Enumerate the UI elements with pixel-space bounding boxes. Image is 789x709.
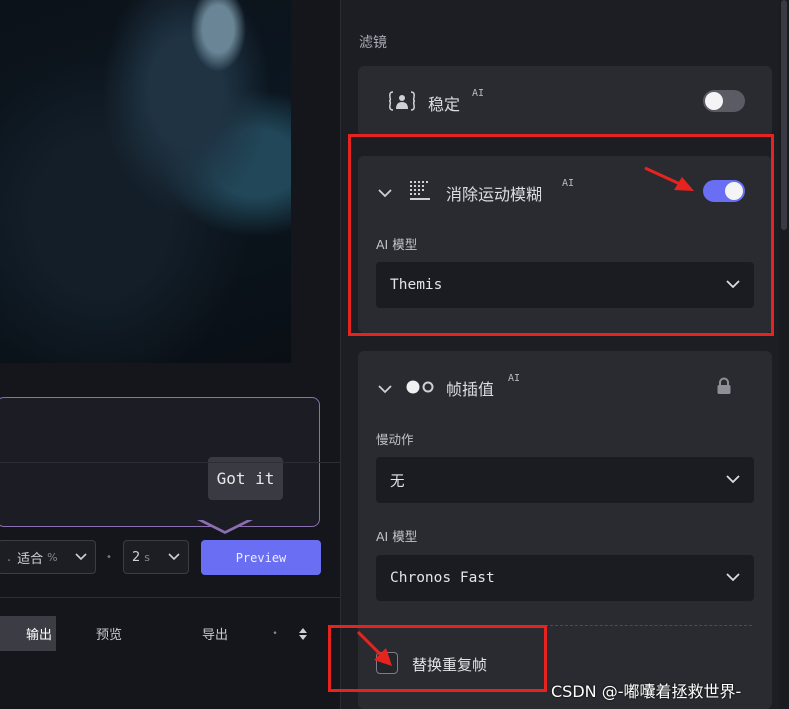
tooltip-pointer — [197, 518, 253, 534]
scrollbar-thumb[interactable] — [781, 0, 787, 230]
ai-badge: AI — [472, 88, 485, 99]
preview-button[interactable]: Preview — [201, 540, 321, 575]
stabilize-icon — [388, 90, 416, 116]
tab-preview[interactable]: 预览 — [56, 616, 162, 651]
annotation-arrow — [356, 630, 396, 674]
stabilize-toggle[interactable] — [703, 90, 745, 112]
lock-icon — [716, 377, 732, 399]
frame-interpolation-label: 帧插值 — [446, 380, 495, 399]
chevron-down-icon — [726, 570, 740, 586]
tab-export[interactable]: 导出 — [162, 616, 268, 651]
divider — [0, 462, 340, 463]
chevron-down-icon — [75, 550, 87, 565]
video-preview — [0, 0, 291, 363]
got-it-button[interactable]: Got it — [208, 457, 283, 500]
toggle-knob — [705, 92, 723, 110]
chevron-down-icon[interactable] — [377, 380, 393, 399]
watermark: CSDN @-嘟囔着拯救世界- — [551, 682, 742, 701]
duration-select[interactable]: 2 s — [123, 540, 189, 574]
section-title: 滤镜 — [359, 35, 387, 51]
annotation-arrow — [644, 166, 696, 198]
fit-select[interactable]: . 适合 % — [0, 540, 96, 574]
tab-output[interactable]: 输出 — [0, 616, 56, 651]
interpolation-model-dropdown[interactable]: Chronos Fast — [376, 555, 754, 601]
interpolation-dots-icon — [405, 379, 435, 399]
separator-dot: • — [106, 552, 112, 563]
slowmo-dropdown[interactable]: 无 — [376, 457, 754, 503]
output-tabs: 输出 预览 导出 • — [0, 616, 340, 651]
divider — [0, 597, 340, 598]
slowmo-value: 无 — [390, 473, 405, 490]
separator-dot: • — [272, 628, 278, 639]
slowmo-label: 慢动作 — [376, 432, 414, 447]
fit-unit: % — [47, 550, 58, 564]
duration-value: 2 — [132, 549, 141, 565]
chevron-down-icon — [726, 472, 740, 488]
interpolation-model-value: Chronos Fast — [390, 570, 495, 586]
chevron-down-icon — [168, 550, 180, 565]
annotation-box — [348, 134, 774, 336]
duration-unit: s — [144, 550, 151, 564]
stabilize-label: 稳定 — [428, 95, 461, 114]
ai-model-label: AI 模型 — [376, 529, 418, 544]
sort-arrows-icon[interactable] — [294, 616, 312, 651]
fit-select-value: 适合 — [17, 551, 44, 567]
select-fragment: . — [7, 549, 12, 565]
ai-badge: AI — [508, 373, 521, 384]
